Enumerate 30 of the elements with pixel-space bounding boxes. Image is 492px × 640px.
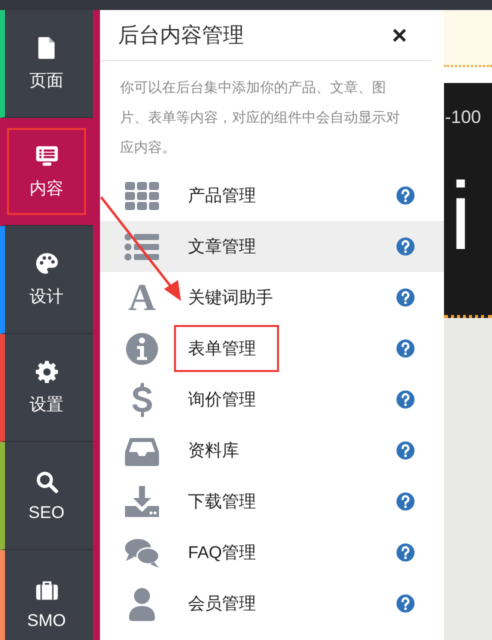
phone-number: -100 <box>445 107 482 128</box>
menu-item[interactable]: 会员管理 <box>100 578 444 629</box>
letter-icon: A <box>124 280 160 316</box>
menu-item[interactable]: A 关键词助手 <box>100 272 444 323</box>
help-icon[interactable] <box>396 237 415 256</box>
banner-background <box>444 10 492 67</box>
help-icon[interactable] <box>396 594 415 613</box>
help-icon[interactable] <box>396 492 415 511</box>
help-icon[interactable] <box>396 390 415 409</box>
help-icon[interactable] <box>396 288 415 307</box>
menu-item[interactable]: 资料库 <box>100 425 444 476</box>
info-icon <box>124 330 160 366</box>
close-button[interactable]: × <box>388 22 411 48</box>
help-icon[interactable] <box>396 339 415 358</box>
help-icon[interactable] <box>396 543 415 562</box>
menu-item[interactable]: 下载管理 <box>100 476 444 527</box>
panel-title: 后台内容管理 <box>118 23 244 49</box>
download-icon <box>124 484 160 520</box>
menu-item[interactable]: 询价管理 <box>100 374 444 425</box>
help-icon[interactable] <box>396 186 415 205</box>
sidebar-item[interactable]: 内容 <box>0 118 93 226</box>
menu-item[interactable]: FAQ管理 <box>100 527 444 578</box>
panel-description: 你可以在后台集中添加你的产品、文章、图片、表单等内容，对应的组件中会自动显示对应内容。 <box>119 78 401 157</box>
headline-text: i <box>450 169 472 265</box>
search-icon <box>34 468 60 494</box>
menu-item[interactable]: 产品管理 <box>100 170 444 221</box>
help-icon[interactable] <box>396 441 415 460</box>
menu-item[interactable]: 表单管理 <box>100 323 444 374</box>
gear-icon <box>34 359 60 385</box>
menu-item[interactable]: 文章管理 <box>100 221 444 272</box>
